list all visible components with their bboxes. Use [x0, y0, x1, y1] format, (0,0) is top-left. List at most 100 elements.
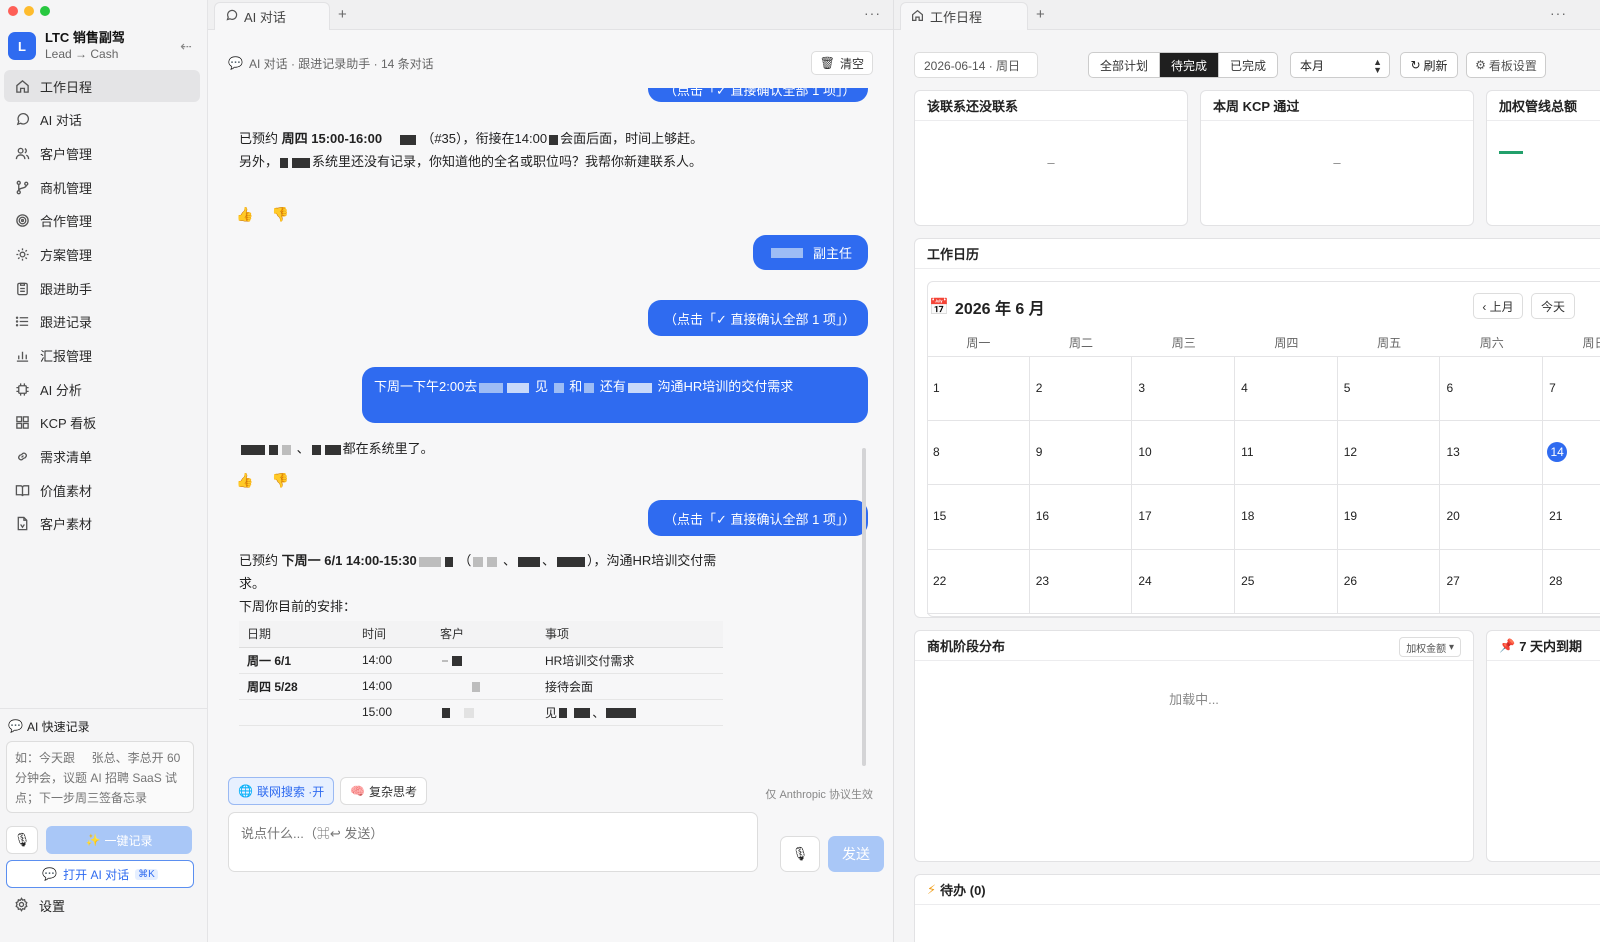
- sidebar-item-followup-records[interactable]: 跟进记录: [4, 306, 200, 338]
- send-button[interactable]: 发送: [828, 836, 884, 872]
- user-message: （点击「✓ 直接确认全部 1 项」）: [648, 500, 868, 536]
- collapse-sidebar-icon[interactable]: ⇠: [180, 38, 192, 55]
- dashboard-pane: 工作日程 + ··· 2026-06-14 · 周日 全部计划 待完成 已完成 …: [894, 0, 1600, 942]
- sidebar-item-partnerships[interactable]: 合作管理: [4, 205, 200, 237]
- web-search-toggle[interactable]: 🌐 联网搜索 ·开: [228, 777, 335, 805]
- calendar-day[interactable]: 20: [1440, 485, 1544, 549]
- sidebar-item-ai-analysis[interactable]: AI 分析: [4, 373, 200, 405]
- calendar-day[interactable]: 16: [1030, 485, 1133, 549]
- filter-pending[interactable]: 待完成: [1160, 53, 1220, 77]
- sidebar-item-label: 跟进助手: [40, 281, 93, 297]
- sidebar-item-reports[interactable]: 汇报管理: [4, 340, 200, 372]
- kpi-card-uncontacted[interactable]: 该联系还没联系 –: [914, 90, 1188, 226]
- chat-input[interactable]: [228, 812, 758, 872]
- thumbs-up-icon[interactable]: 👍: [236, 472, 253, 489]
- filter-done[interactable]: 已完成: [1219, 53, 1277, 77]
- filter-all[interactable]: 全部计划: [1089, 53, 1161, 77]
- thumbs-up-icon[interactable]: 👍: [236, 206, 253, 223]
- zoom-window-button[interactable]: [40, 6, 50, 16]
- sidebar-item-customer-materials[interactable]: 客户素材: [4, 508, 200, 540]
- calendar-day[interactable]: 13: [1440, 421, 1544, 485]
- calendar-day[interactable]: 5: [1338, 357, 1441, 421]
- work-calendar: 工作日历 📅 2026 年 6 月 ‹ 上月 今天 周一周二周三周四周五周六周日…: [914, 238, 1600, 618]
- kpi-card-weighted-pipeline[interactable]: 加权管线总额: [1486, 90, 1600, 226]
- tab-ai-chat[interactable]: AI 对话: [214, 2, 330, 30]
- calendar-day[interactable]: 27: [1440, 549, 1544, 613]
- refresh-button[interactable]: ↻ 刷新: [1400, 52, 1458, 78]
- calendar-day[interactable]: 7: [1543, 357, 1600, 420]
- prev-month-button[interactable]: ‹ 上月: [1473, 293, 1523, 319]
- calendar-day[interactable]: 28: [1543, 550, 1600, 613]
- settings-button[interactable]: 设置: [14, 896, 65, 915]
- trash-icon: 🗑: [819, 56, 835, 70]
- kpi-card-kcp[interactable]: 本周 KCP 通过 –: [1200, 90, 1474, 226]
- calendar-day[interactable]: 3: [1132, 357, 1236, 421]
- calendar-day[interactable]: 4: [1235, 357, 1338, 421]
- calendar-day[interactable]: 21: [1543, 485, 1600, 548]
- sidebar-item-schedule[interactable]: 工作日程: [4, 70, 200, 102]
- sidebar-item-solutions[interactable]: 方案管理: [4, 238, 200, 270]
- calendar-day[interactable]: 18: [1235, 485, 1338, 549]
- card-value: –: [1333, 155, 1341, 170]
- weighted-amount-select[interactable]: 加权金额 ▾: [1399, 637, 1461, 657]
- calendar-day[interactable]: 25: [1235, 549, 1338, 613]
- calendar-day[interactable]: 19: [1338, 485, 1441, 549]
- deep-thinking-toggle[interactable]: 🧠 复杂思考: [340, 777, 427, 805]
- dashboard-toolbar: 2026-06-14 · 周日 全部计划 待完成 已完成 本月 ▲ ▼ ↻ 刷新 …: [914, 52, 1600, 80]
- sidebar-item-label: 商机管理: [40, 180, 93, 196]
- one-click-record-button[interactable]: ✨ 一键记录: [46, 826, 192, 854]
- thumbs-down-icon[interactable]: 👎: [271, 472, 288, 489]
- calendar-day[interactable]: 22: [927, 549, 1030, 613]
- calendar-day[interactable]: 26: [1338, 549, 1441, 613]
- new-tab-button[interactable]: +: [1036, 6, 1045, 23]
- shortcut-badge: ⌘K: [135, 868, 158, 880]
- sidebar-item-customers[interactable]: 客户管理: [4, 137, 200, 169]
- sidebar-item-value-materials[interactable]: 价值素材: [4, 474, 200, 506]
- calendar-day[interactable]: 17: [1132, 485, 1236, 549]
- card-title: ⚡ 待办 (0): [915, 875, 1600, 905]
- date-picker[interactable]: 2026-06-14 · 周日: [914, 52, 1038, 78]
- calendar-day[interactable]: 2: [1030, 357, 1133, 421]
- thumbs-down-icon[interactable]: 👎: [271, 206, 288, 223]
- calendar-day[interactable]: 9: [1030, 421, 1133, 485]
- calendar-week: 15 16 17 18 19 20 21: [927, 485, 1600, 550]
- calendar-day[interactable]: 11: [1235, 421, 1338, 485]
- clipboard-icon: [14, 280, 30, 296]
- close-window-button[interactable]: [8, 6, 18, 16]
- calendar-day[interactable]: 24: [1132, 549, 1236, 613]
- app-subtitle: Lead → Cash: [45, 47, 119, 61]
- month-select[interactable]: 本月 ▲ ▼: [1290, 52, 1390, 78]
- calendar-day-today[interactable]: 14: [1543, 421, 1600, 484]
- sidebar-item-requirements[interactable]: 需求清单: [4, 441, 200, 473]
- tab-schedule[interactable]: 工作日程: [900, 2, 1028, 30]
- open-ai-chat-button[interactable]: 💬 打开 AI 对话 ⌘K: [6, 860, 194, 888]
- sidebar-item-followup-assistant[interactable]: 跟进助手: [4, 272, 200, 304]
- pipeline-indicator: [1499, 151, 1523, 154]
- sidebar-item-kcp-board[interactable]: KCP 看板: [4, 407, 200, 439]
- today-button[interactable]: 今天: [1531, 293, 1575, 319]
- quick-mic-button[interactable]: 🎙: [6, 826, 38, 854]
- calendar-day[interactable]: 6: [1440, 357, 1544, 421]
- board-settings-button[interactable]: ⚙ 看板设置: [1466, 52, 1546, 78]
- more-options-icon[interactable]: ···: [1550, 5, 1567, 21]
- card-title: 工作日历: [915, 239, 1600, 269]
- message-list: （点击「✓ 直接确认全部 1 项」） 已预约 周四 15:00-16:00 （#…: [228, 88, 868, 768]
- minimize-window-button[interactable]: [24, 6, 34, 16]
- more-options-icon[interactable]: ···: [864, 5, 881, 21]
- chat-scrollbar[interactable]: [862, 448, 866, 766]
- card-title: 📌 7 天内到期: [1487, 631, 1600, 661]
- voice-input-button[interactable]: 🎙: [780, 836, 820, 872]
- clear-chat-button[interactable]: 🗑 清空: [810, 51, 873, 75]
- sidebar-item-opportunities[interactable]: 商机管理: [4, 171, 200, 203]
- gear-icon: ⚙: [1475, 58, 1486, 72]
- quick-record-input[interactable]: [6, 741, 194, 813]
- calendar-day[interactable]: 15: [927, 485, 1030, 549]
- new-tab-button[interactable]: +: [338, 6, 347, 23]
- calendar-day[interactable]: 10: [1132, 421, 1236, 485]
- sidebar-item-ai-chat[interactable]: AI 对话: [4, 104, 200, 136]
- calendar-day[interactable]: 12: [1338, 421, 1441, 485]
- calendar-day[interactable]: 23: [1030, 549, 1133, 613]
- calendar-day[interactable]: 8: [927, 421, 1030, 485]
- calendar-day[interactable]: 1: [927, 357, 1030, 421]
- brand: L LTC 销售副驾 Lead → Cash ⇠: [8, 30, 200, 62]
